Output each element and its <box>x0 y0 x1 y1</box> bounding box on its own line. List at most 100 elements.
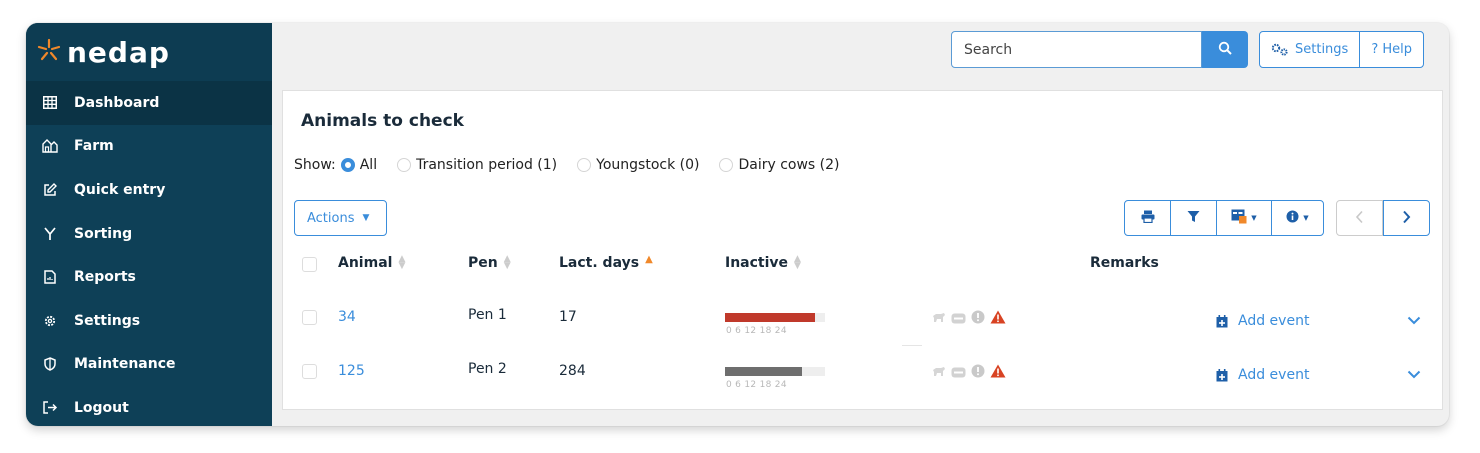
sorting-icon <box>40 227 60 241</box>
search-input[interactable] <box>951 31 1202 68</box>
sidebar-item-farm[interactable]: Farm <box>26 125 272 169</box>
panel-title: Animals to check <box>301 111 464 131</box>
filter-label-youngstock: Youngstock (0) <box>596 157 700 173</box>
gear-icon <box>40 314 60 328</box>
sidebar-item-reports[interactable]: Reports <box>26 255 272 299</box>
add-event-button[interactable]: Add event <box>1216 313 1309 329</box>
animal-link[interactable]: 125 <box>338 363 365 379</box>
sort-icon: ▲ ▼ <box>398 254 406 271</box>
calendar-plus-icon <box>1216 314 1228 328</box>
cow-icon <box>931 309 946 328</box>
chevron-right-icon <box>1402 209 1411 228</box>
chevron-down-icon <box>1407 364 1421 383</box>
divider <box>902 345 922 346</box>
print-icon <box>1141 210 1155 227</box>
expand-row-button[interactable] <box>1407 364 1421 383</box>
top-button-group: Settings ? Help <box>1259 31 1424 68</box>
animals-to-check-panel: Animals to check Show: All Transition pe… <box>282 90 1443 410</box>
sidebar-item-sorting[interactable]: Sorting <box>26 212 272 256</box>
cow-icon <box>931 363 946 382</box>
radio-all[interactable] <box>340 158 355 172</box>
column-header-pen[interactable]: Pen ▲ ▼ <box>468 254 511 272</box>
sidebar-item-label: Reports <box>74 269 136 286</box>
inactive-bar <box>725 367 825 376</box>
column-header-lact-days[interactable]: Lact. days ▲ <box>559 254 653 272</box>
sidebar-item-label: Sorting <box>74 225 133 242</box>
sidebar-item-label: Dashboard <box>74 94 160 111</box>
radio-transition[interactable] <box>397 158 412 172</box>
previous-page-button[interactable] <box>1336 200 1383 236</box>
add-event-label: Add event <box>1238 367 1310 383</box>
radio-dairy[interactable] <box>719 158 734 172</box>
pagination <box>1336 200 1430 236</box>
lact-days-cell: 17 <box>559 309 577 325</box>
info-circle-icon <box>971 309 985 328</box>
info-circle-icon <box>971 363 985 382</box>
columns-icon <box>1231 209 1247 228</box>
gears-icon <box>1271 43 1289 56</box>
column-header-inactive[interactable]: Inactive ▲ ▼ <box>725 255 801 272</box>
chevron-left-icon <box>1355 209 1364 228</box>
sidebar-item-label: Quick entry <box>74 181 166 198</box>
add-event-button[interactable]: Add event <box>1216 367 1309 383</box>
pen-cell: Pen 1 <box>468 307 507 323</box>
radio-youngstock[interactable] <box>577 158 592 172</box>
row-checkbox[interactable] <box>302 310 317 325</box>
filter-label-transition: Transition period (1) <box>416 157 558 173</box>
caret-down-icon: ▼ <box>1251 214 1257 222</box>
bar-ticks: 0 6 12 18 24 <box>726 380 787 390</box>
sort-icon: ▲ ▼ <box>503 254 511 271</box>
animal-link[interactable]: 34 <box>338 309 356 325</box>
warning-icon <box>990 363 1006 382</box>
next-page-button[interactable] <box>1383 200 1430 236</box>
column-header-animal[interactable]: Animal ▲ ▼ <box>338 254 406 272</box>
print-button[interactable] <box>1125 201 1170 235</box>
toolbar: ▼ ▼ <box>1124 200 1324 236</box>
report-icon <box>40 270 60 284</box>
actions-dropdown[interactable]: Actions ▼ <box>294 200 387 236</box>
sidebar-item-maintenance[interactable]: Maintenance <box>26 343 272 387</box>
columns-button[interactable]: ▼ <box>1216 201 1271 235</box>
help-label: ? Help <box>1371 42 1412 57</box>
column-label: Lact. days <box>559 255 640 271</box>
settings-button[interactable]: Settings <box>1260 32 1359 67</box>
tag-icon <box>951 363 966 382</box>
actions-label: Actions <box>307 210 355 226</box>
filter-label-all: All <box>359 157 378 173</box>
expand-row-button[interactable] <box>1407 310 1421 329</box>
caret-down-icon: ▼ <box>1303 214 1309 222</box>
add-event-label: Add event <box>1238 313 1310 329</box>
column-label: Pen <box>468 255 498 271</box>
info-button[interactable]: ▼ <box>1271 201 1323 235</box>
search-button[interactable] <box>1202 31 1248 68</box>
sidebar-nav: Dashboard Farm Quick entry Sorting Repor… <box>26 81 272 426</box>
info-icon <box>1286 210 1299 227</box>
warning-icon <box>990 309 1006 328</box>
logo[interactable]: nedap <box>26 23 272 81</box>
sidebar-item-dashboard[interactable]: Dashboard <box>26 81 272 125</box>
sidebar-item-quick-entry[interactable]: Quick entry <box>26 168 272 212</box>
bar-ticks: 0 6 12 18 24 <box>726 326 787 336</box>
logout-icon <box>40 401 60 415</box>
sidebar-item-label: Settings <box>74 312 141 329</box>
sidebar: nedap Dashboard Farm Quick entry Sorting… <box>26 23 272 426</box>
filter-icon <box>1187 210 1200 227</box>
app-window: nedap Dashboard Farm Quick entry Sorting… <box>26 23 1449 426</box>
sidebar-item-label: Logout <box>74 399 129 416</box>
select-all-checkbox[interactable] <box>302 257 317 272</box>
help-button[interactable]: ? Help <box>1359 32 1423 67</box>
nedap-star-icon <box>37 38 61 66</box>
sidebar-item-logout[interactable]: Logout <box>26 386 272 426</box>
sidebar-item-settings[interactable]: Settings <box>26 299 272 343</box>
inactive-bar <box>725 313 825 322</box>
search-icon <box>1218 40 1232 59</box>
pen-cell: Pen 2 <box>468 361 507 377</box>
sort-ascending-icon: ▲ <box>645 254 653 265</box>
tag-icon <box>951 309 966 328</box>
column-label: Animal <box>338 255 393 271</box>
shield-icon <box>40 357 60 372</box>
inactive-bar-fill <box>725 367 803 376</box>
row-checkbox[interactable] <box>302 364 317 379</box>
column-label: Inactive <box>725 255 789 271</box>
filter-button[interactable] <box>1170 201 1216 235</box>
